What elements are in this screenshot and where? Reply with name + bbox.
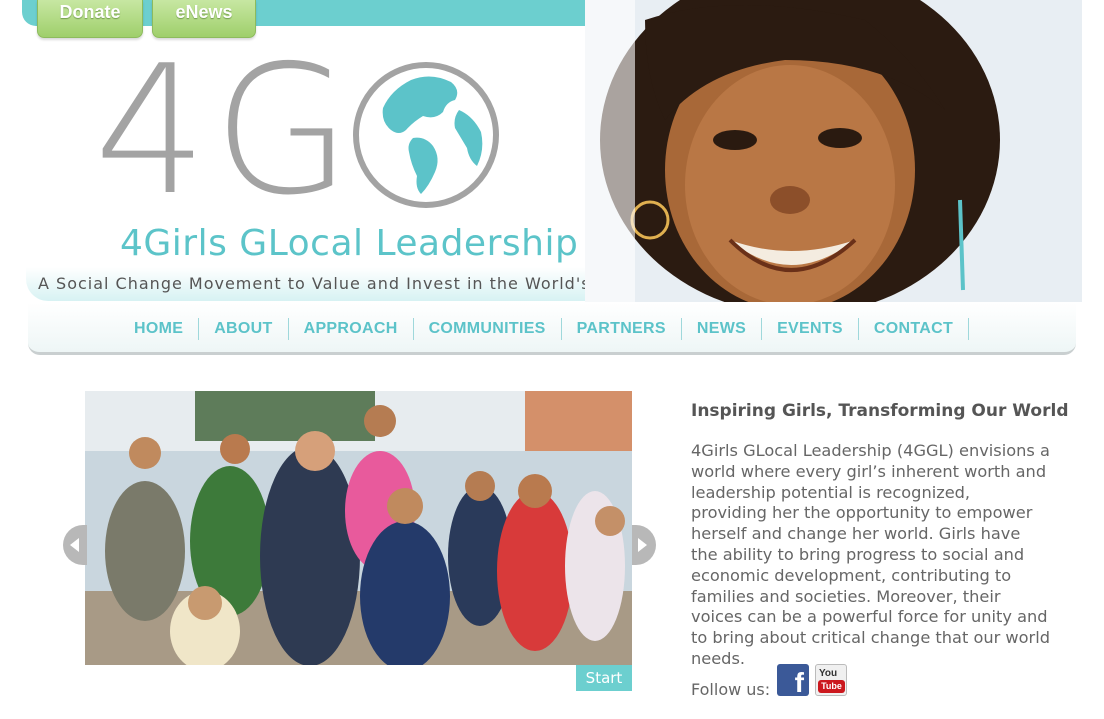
slideshow-start-button[interactable]: Start [576, 665, 632, 691]
nav-communities[interactable]: COMMUNITIES [414, 318, 562, 340]
nav-partners[interactable]: PARTNERS [562, 318, 682, 340]
follow-us-label: Follow us: [691, 680, 771, 699]
intro-title: Inspiring Girls, Transforming Our World [691, 401, 1069, 421]
chevron-right-icon[interactable] [632, 525, 656, 565]
hero-photo-girl [585, 0, 1082, 302]
nav-contact[interactable]: CONTACT [859, 318, 970, 340]
nav-about[interactable]: ABOUT [199, 318, 289, 340]
chevron-left-icon[interactable] [63, 525, 87, 565]
facebook-icon[interactable]: f [777, 664, 809, 696]
nav-home[interactable]: HOME [116, 318, 200, 340]
nav-news[interactable]: NEWS [682, 318, 763, 340]
group-photo-illustration [85, 391, 632, 665]
globe-icon [353, 62, 499, 208]
hero-photo-illustration [585, 0, 1082, 302]
youtube-you-text: You [819, 668, 838, 679]
slideshow-image [85, 391, 632, 665]
nav-approach[interactable]: APPROACH [289, 318, 414, 340]
youtube-icon[interactable]: You Tube [815, 664, 847, 696]
nav-events[interactable]: EVENTS [762, 318, 859, 340]
intro-body: 4Girls GLocal Leadership (4GGL) envision… [691, 441, 1050, 668]
main-nav: HOME ABOUT APPROACH COMMUNITIES PARTNERS… [116, 318, 970, 340]
organization-name: 4Girls GLocal Leadership [120, 223, 579, 264]
youtube-tube-text: Tube [818, 680, 845, 693]
